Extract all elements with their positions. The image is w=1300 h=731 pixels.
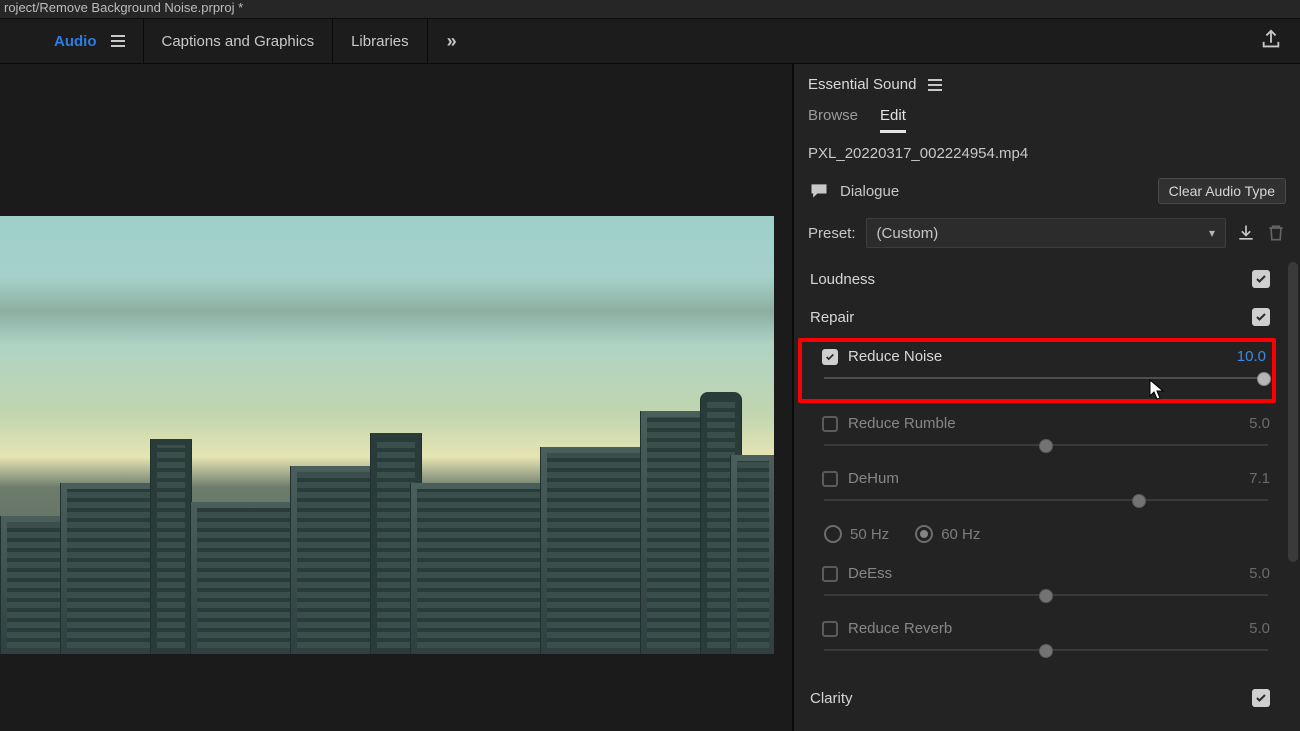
dehum-50hz-radio[interactable]: 50 Hz xyxy=(824,525,889,543)
section-loudness[interactable]: Loudness xyxy=(794,258,1284,296)
tab-browse[interactable]: Browse xyxy=(808,107,858,133)
deess-value[interactable]: 5.0 xyxy=(1249,565,1270,582)
reduce-rumble-param: Reduce Rumble 5.0 xyxy=(794,409,1284,464)
radio-label: 60 Hz xyxy=(941,526,980,543)
clear-audio-type-button[interactable]: Clear Audio Type xyxy=(1158,178,1286,204)
tab-edit[interactable]: Edit xyxy=(880,107,906,133)
program-monitor xyxy=(0,64,794,731)
dialogue-icon xyxy=(808,181,830,201)
reduce-noise-value[interactable]: 10.0 xyxy=(1237,348,1266,365)
reduce-rumble-label: Reduce Rumble xyxy=(848,415,1239,432)
clip-name: PXL_20220317_002224954.mp4 xyxy=(794,133,1300,172)
panel-tabs: Browse Edit xyxy=(794,99,1300,133)
workspace-menu-icon[interactable] xyxy=(111,35,125,47)
panel-scroll: Loudness Repair Reduce Noise xyxy=(794,258,1300,731)
scrollbar[interactable] xyxy=(1288,262,1298,562)
workspace-tab-libraries[interactable]: Libraries xyxy=(333,19,427,63)
reduce-noise-slider[interactable] xyxy=(824,369,1264,387)
audio-type-label: Dialogue xyxy=(840,183,899,200)
panel-menu-icon[interactable] xyxy=(928,79,942,91)
delete-preset-icon xyxy=(1266,223,1286,243)
dehum-label: DeHum xyxy=(848,470,1239,487)
loudness-checkbox[interactable] xyxy=(1252,270,1270,288)
radio-label: 50 Hz xyxy=(850,526,889,543)
reduce-noise-checkbox[interactable] xyxy=(822,349,838,365)
video-frame xyxy=(0,216,774,654)
clarity-checkbox[interactable] xyxy=(1252,689,1270,707)
import-preset-icon[interactable] xyxy=(1236,223,1256,243)
reduce-noise-highlight: Reduce Noise 10.0 xyxy=(798,338,1276,403)
deess-label: DeEss xyxy=(848,565,1239,582)
dehum-60hz-radio[interactable]: 60 Hz xyxy=(915,525,980,543)
dehum-param: DeHum 7.1 50 Hz 60 Hz xyxy=(794,464,1284,559)
main-area: Essential Sound Browse Edit PXL_20220317… xyxy=(0,64,1300,731)
workspace-more-icon[interactable]: » xyxy=(436,31,468,52)
reduce-reverb-label: Reduce Reverb xyxy=(848,620,1239,637)
section-title: Clarity xyxy=(810,690,853,707)
project-title: roject/Remove Background Noise.prproj * xyxy=(4,0,243,15)
deess-param: DeEss 5.0 xyxy=(794,559,1284,614)
repair-checkbox[interactable] xyxy=(1252,308,1270,326)
workspace-tab-label: Captions and Graphics xyxy=(162,33,315,50)
section-repair[interactable]: Repair xyxy=(794,296,1284,334)
reduce-reverb-checkbox[interactable] xyxy=(822,621,838,637)
reduce-reverb-value[interactable]: 5.0 xyxy=(1249,620,1270,637)
deess-checkbox[interactable] xyxy=(822,566,838,582)
preset-select[interactable]: (Custom) ▾ xyxy=(866,218,1226,248)
workspace-bar: Audio Captions and Graphics Libraries » xyxy=(0,19,1300,64)
section-clarity[interactable]: Clarity xyxy=(794,669,1284,715)
dehum-slider[interactable] xyxy=(824,491,1268,509)
reduce-reverb-slider[interactable] xyxy=(824,641,1268,659)
dehum-radio-row: 50 Hz 60 Hz xyxy=(822,517,1270,557)
reduce-noise-label: Reduce Noise xyxy=(848,348,1227,365)
audio-type-row: Dialogue Clear Audio Type xyxy=(794,172,1300,210)
reduce-rumble-slider[interactable] xyxy=(824,436,1268,454)
workspace-tab-audio[interactable]: Audio xyxy=(36,19,143,63)
title-bar: roject/Remove Background Noise.prproj * xyxy=(0,0,1300,19)
workspace-tab-label: Libraries xyxy=(351,33,409,50)
panel-title: Essential Sound xyxy=(808,76,916,93)
preset-label: Preset: xyxy=(808,225,856,242)
chevron-down-icon: ▾ xyxy=(1209,226,1215,240)
dehum-checkbox[interactable] xyxy=(822,471,838,487)
preset-row: Preset: (Custom) ▾ xyxy=(794,210,1300,258)
section-title: Loudness xyxy=(810,271,875,288)
deess-slider[interactable] xyxy=(824,586,1268,604)
section-title: Repair xyxy=(810,309,854,326)
workspace-tab-label: Audio xyxy=(54,33,97,50)
reduce-reverb-param: Reduce Reverb 5.0 xyxy=(794,614,1284,669)
preset-value: (Custom) xyxy=(877,225,939,242)
reduce-rumble-value[interactable]: 5.0 xyxy=(1249,415,1270,432)
dehum-value[interactable]: 7.1 xyxy=(1249,470,1270,487)
essential-sound-panel: Essential Sound Browse Edit PXL_20220317… xyxy=(794,64,1300,731)
reduce-rumble-checkbox[interactable] xyxy=(822,416,838,432)
workspace-tab-captions[interactable]: Captions and Graphics xyxy=(144,19,333,63)
export-icon[interactable] xyxy=(1260,29,1282,55)
